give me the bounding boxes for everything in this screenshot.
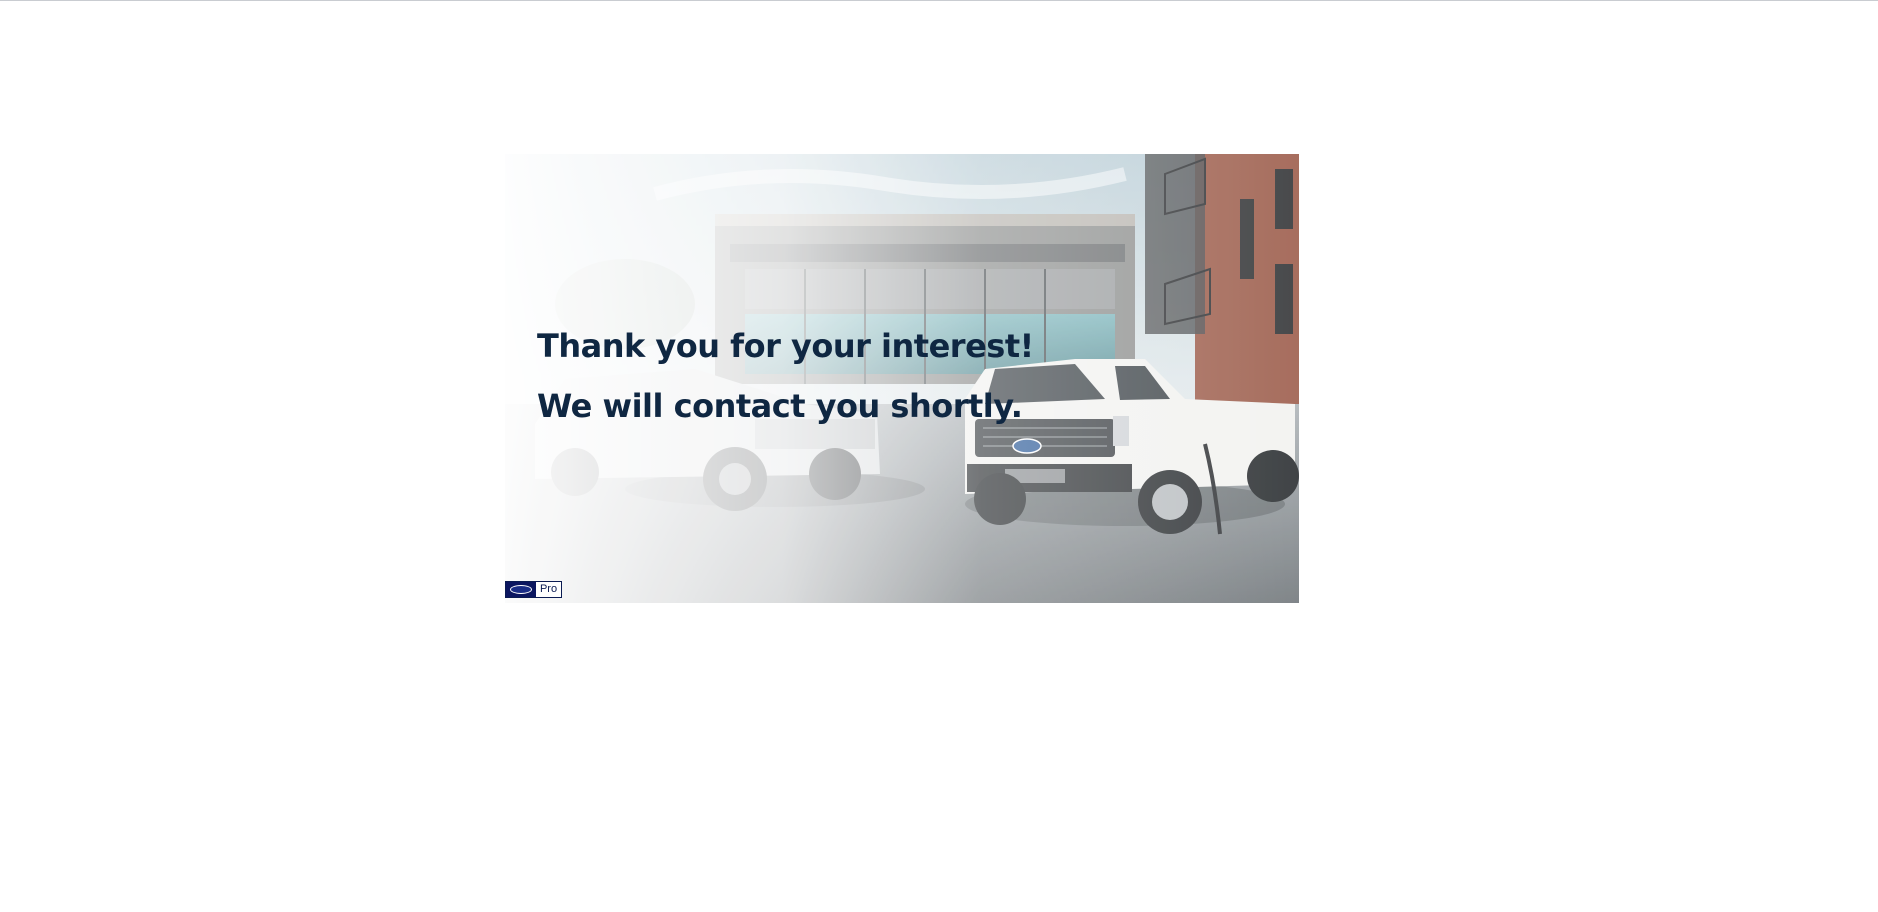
- ford-pro-logo: Pro: [505, 581, 562, 598]
- contact-message: We will contact you shortly.: [537, 387, 1023, 425]
- ford-pro-label: Pro: [539, 583, 558, 595]
- top-divider: [0, 0, 1878, 1]
- thank-you-banner: Thank you for your interest! We will con…: [505, 154, 1299, 603]
- ford-oval-icon: [506, 582, 536, 597]
- trucks-background-image: [505, 154, 1299, 603]
- thank-you-heading: Thank you for your interest!: [537, 327, 1034, 365]
